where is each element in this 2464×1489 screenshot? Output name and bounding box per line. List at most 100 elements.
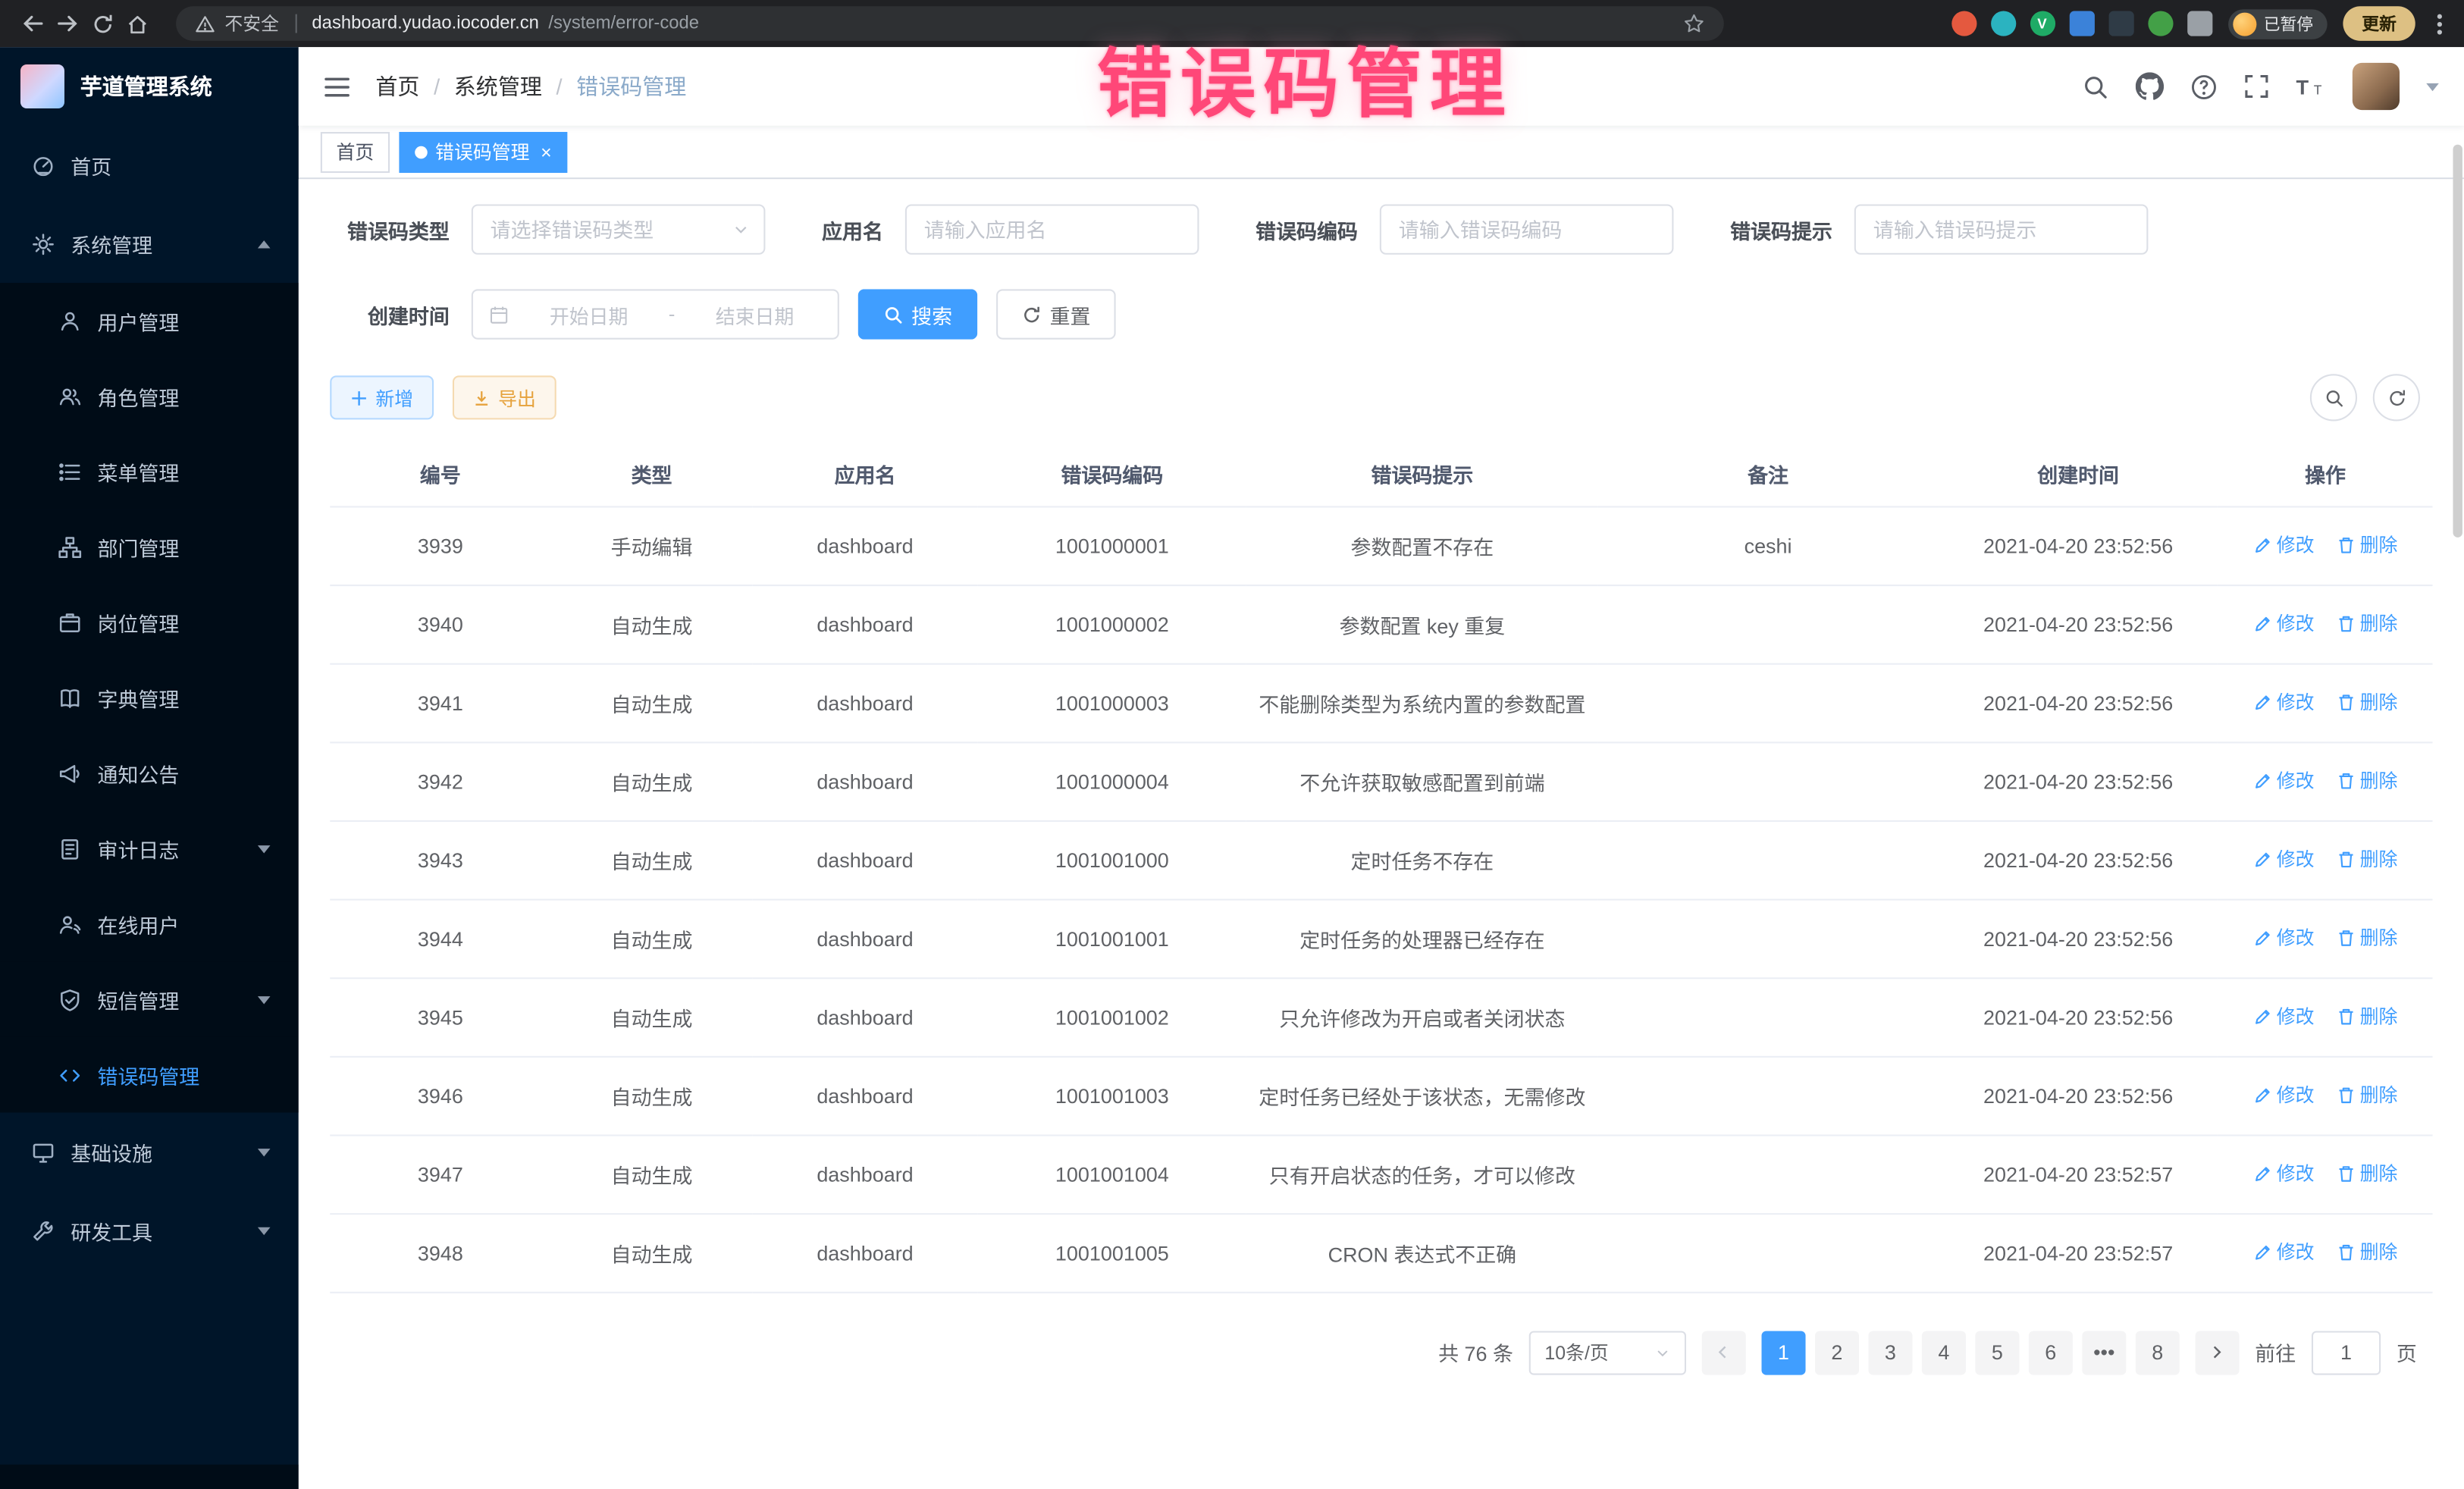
page-button-1[interactable]: 1 [1761, 1331, 1805, 1375]
edit-link-label: 修改 [2277, 924, 2315, 951]
delete-link[interactable]: 删除 [2337, 1160, 2398, 1186]
user-icon [58, 309, 82, 332]
sidebar-item-sms[interactable]: 短信管理 [0, 961, 299, 1036]
export-button[interactable]: 导出 [453, 375, 556, 419]
goto-page-input[interactable] [2312, 1331, 2381, 1375]
edit-link[interactable]: 修改 [2253, 1082, 2315, 1108]
edit-link[interactable]: 修改 [2253, 924, 2315, 951]
chevron-down-icon [258, 1227, 271, 1235]
prev-page-button[interactable] [1702, 1331, 1746, 1375]
sidebar-item-dept[interactable]: 部门管理 [0, 509, 299, 585]
user-avatar[interactable] [2353, 63, 2400, 110]
page-ellipsis-button[interactable]: ••• [2082, 1331, 2126, 1375]
fullscreen-icon[interactable] [2244, 74, 2269, 99]
sidebar-item-infra[interactable]: 基础设施 [0, 1112, 299, 1191]
sidebar-item-error-code[interactable]: 错误码管理 [0, 1037, 299, 1112]
app-name-input[interactable] [905, 204, 1199, 254]
hamburger-icon[interactable] [324, 74, 350, 98]
delete-link[interactable]: 删除 [2337, 1003, 2398, 1030]
extension-icon-green-v[interactable]: V [2030, 11, 2055, 36]
delete-link[interactable]: 删除 [2337, 610, 2398, 637]
github-icon[interactable] [2136, 72, 2164, 100]
browser-menu-icon[interactable] [2431, 14, 2448, 34]
error-code-input[interactable] [1380, 204, 1674, 254]
sidebar-item-post[interactable]: 岗位管理 [0, 585, 299, 660]
next-page-button[interactable] [2195, 1331, 2239, 1375]
page-size-select[interactable]: 10条/页 [1529, 1331, 1686, 1375]
error-type-select[interactable] [472, 204, 766, 254]
sidebar-item-dict[interactable]: 字典管理 [0, 660, 299, 735]
sidebar-item-menu[interactable]: 菜单管理 [0, 434, 299, 509]
browser-home-icon[interactable] [120, 6, 155, 41]
delete-link[interactable]: 删除 [2337, 1082, 2398, 1108]
page-button-5[interactable]: 5 [1975, 1331, 2019, 1375]
reset-button[interactable]: 重置 [996, 289, 1116, 339]
sidebar-item-label: 岗位管理 [98, 607, 180, 637]
refresh-table-button[interactable] [2373, 374, 2420, 421]
delete-link[interactable]: 删除 [2337, 531, 2398, 558]
date-range-picker[interactable]: 开始日期 - 结束日期 [472, 289, 839, 339]
page-button-4[interactable]: 4 [1922, 1331, 1966, 1375]
breadcrumb-item[interactable]: 系统管理 [454, 71, 542, 102]
search-icon[interactable] [2082, 73, 2108, 99]
page-button-8[interactable]: 8 [2136, 1331, 2180, 1375]
delete-link[interactable]: 删除 [2337, 846, 2398, 873]
app-logo[interactable]: 芋道管理系统 [0, 47, 299, 126]
sidebar-item-notice[interactable]: 通知公告 [0, 735, 299, 810]
extension-icon-red[interactable] [1951, 11, 1976, 36]
breadcrumb-item[interactable]: 首页 [375, 71, 419, 102]
star-icon[interactable] [1683, 13, 1705, 35]
page-button-3[interactable]: 3 [1868, 1331, 1912, 1375]
delete-link[interactable]: 删除 [2337, 1239, 2398, 1265]
sidebar-item-label: 首页 [71, 150, 111, 180]
delete-link[interactable]: 删除 [2337, 924, 2398, 951]
browser-profile-chip[interactable]: 已暂停 [2227, 8, 2328, 38]
edit-link[interactable]: 修改 [2253, 1003, 2315, 1030]
address-bar[interactable]: 不安全 dashboard.yudao.iocoder.cn/system/er… [176, 6, 1724, 41]
update-button[interactable]: 更新 [2343, 6, 2415, 41]
edit-link[interactable]: 修改 [2253, 846, 2315, 873]
tab-error-code[interactable]: 错误码管理× [399, 131, 567, 172]
extension-icon-teal[interactable] [1990, 11, 2015, 36]
edit-link-label: 修改 [2277, 1160, 2315, 1186]
edit-link[interactable]: 修改 [2253, 531, 2315, 558]
back-icon[interactable] [16, 6, 51, 41]
close-icon[interactable]: × [541, 143, 552, 161]
search-button-label: 搜索 [911, 299, 952, 329]
chevron-down-icon[interactable] [2426, 83, 2439, 90]
column-header: 类型 [550, 444, 752, 506]
add-button[interactable]: 新增 [330, 375, 434, 419]
puzzle-icon[interactable] [2187, 11, 2212, 36]
help-icon[interactable] [2190, 73, 2217, 99]
toggle-search-button[interactable] [2310, 374, 2357, 421]
delete-link[interactable]: 删除 [2337, 767, 2398, 794]
edit-link[interactable]: 修改 [2253, 767, 2315, 794]
sidebar-item-dev-tools[interactable]: 研发工具 [0, 1191, 299, 1270]
sidebar-item-role[interactable]: 角色管理 [0, 359, 299, 434]
edit-link[interactable]: 修改 [2253, 1160, 2315, 1186]
edit-link-label: 修改 [2277, 688, 2315, 715]
scrollbar-thumb[interactable] [2453, 145, 2462, 538]
edit-link[interactable]: 修改 [2253, 610, 2315, 637]
sidebar-item-user[interactable]: 用户管理 [0, 283, 299, 358]
delete-link[interactable]: 删除 [2337, 688, 2398, 715]
sidebar-item-audit-log[interactable]: 审计日志 [0, 811, 299, 886]
extension-icon-blue[interactable] [2069, 11, 2094, 36]
page-button-6[interactable]: 6 [2029, 1331, 2073, 1375]
reload-icon[interactable] [85, 6, 120, 41]
tab-home[interactable]: 首页 [321, 131, 390, 172]
extension-icon-dark[interactable] [2108, 11, 2133, 36]
search-button[interactable]: 搜索 [858, 289, 978, 339]
sidebar-item-home[interactable]: 首页 [0, 126, 299, 205]
table-row: 3942自动生成dashboard1001000004不允许获取敏感配置到前端2… [330, 741, 2432, 820]
extension-icon-green[interactable] [2147, 11, 2172, 36]
error-type-select-input[interactable] [472, 204, 766, 254]
forward-icon[interactable] [50, 6, 85, 41]
error-hint-input[interactable] [1854, 204, 2149, 254]
edit-link[interactable]: 修改 [2253, 688, 2315, 715]
font-size-icon[interactable]: TT [2296, 74, 2325, 98]
edit-link[interactable]: 修改 [2253, 1239, 2315, 1265]
sidebar-item-online-user[interactable]: 在线用户 [0, 886, 299, 961]
page-button-2[interactable]: 2 [1815, 1331, 1859, 1375]
sidebar-item-system[interactable]: 系统管理 [0, 204, 299, 283]
